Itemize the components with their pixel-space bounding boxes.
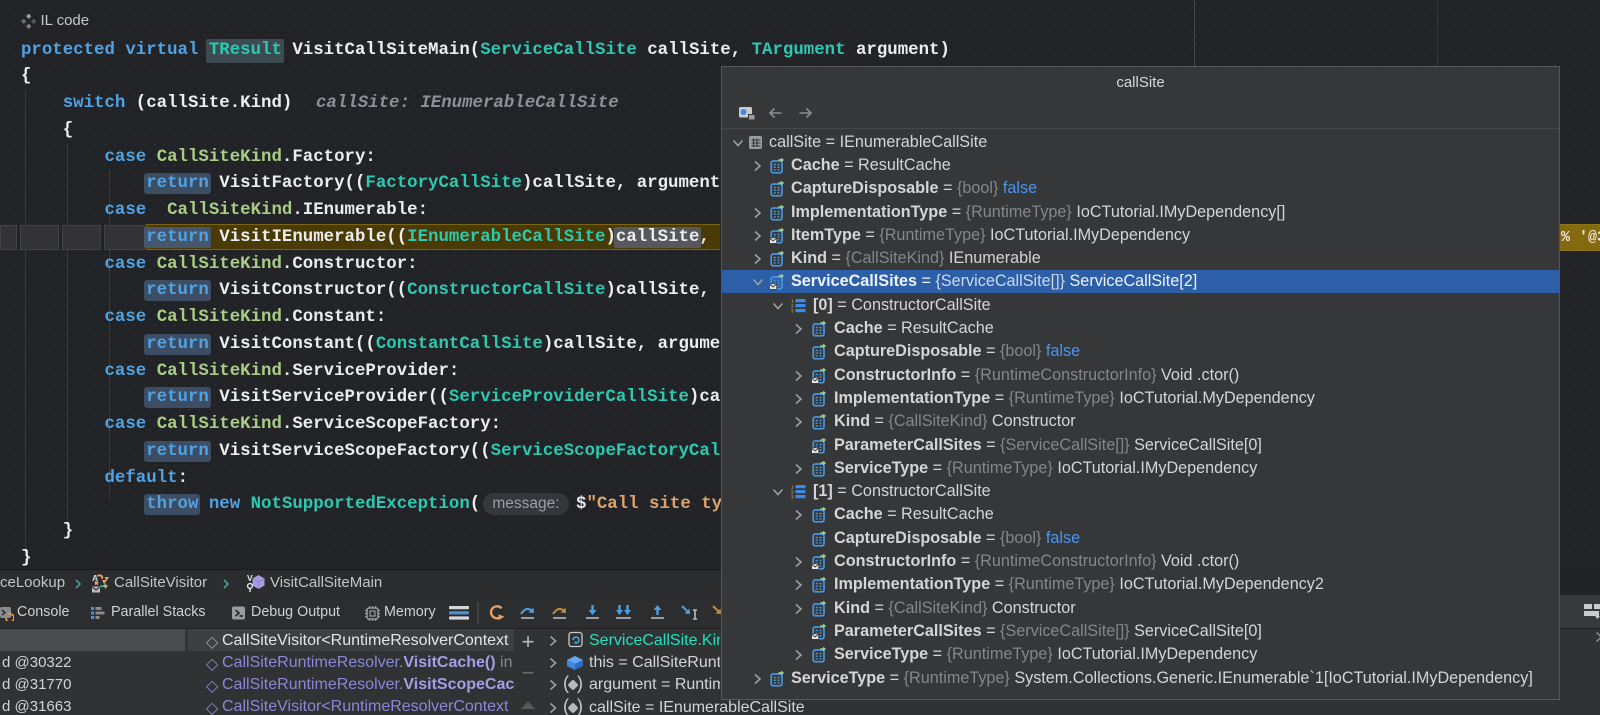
svg-text:V: V [247, 573, 253, 583]
